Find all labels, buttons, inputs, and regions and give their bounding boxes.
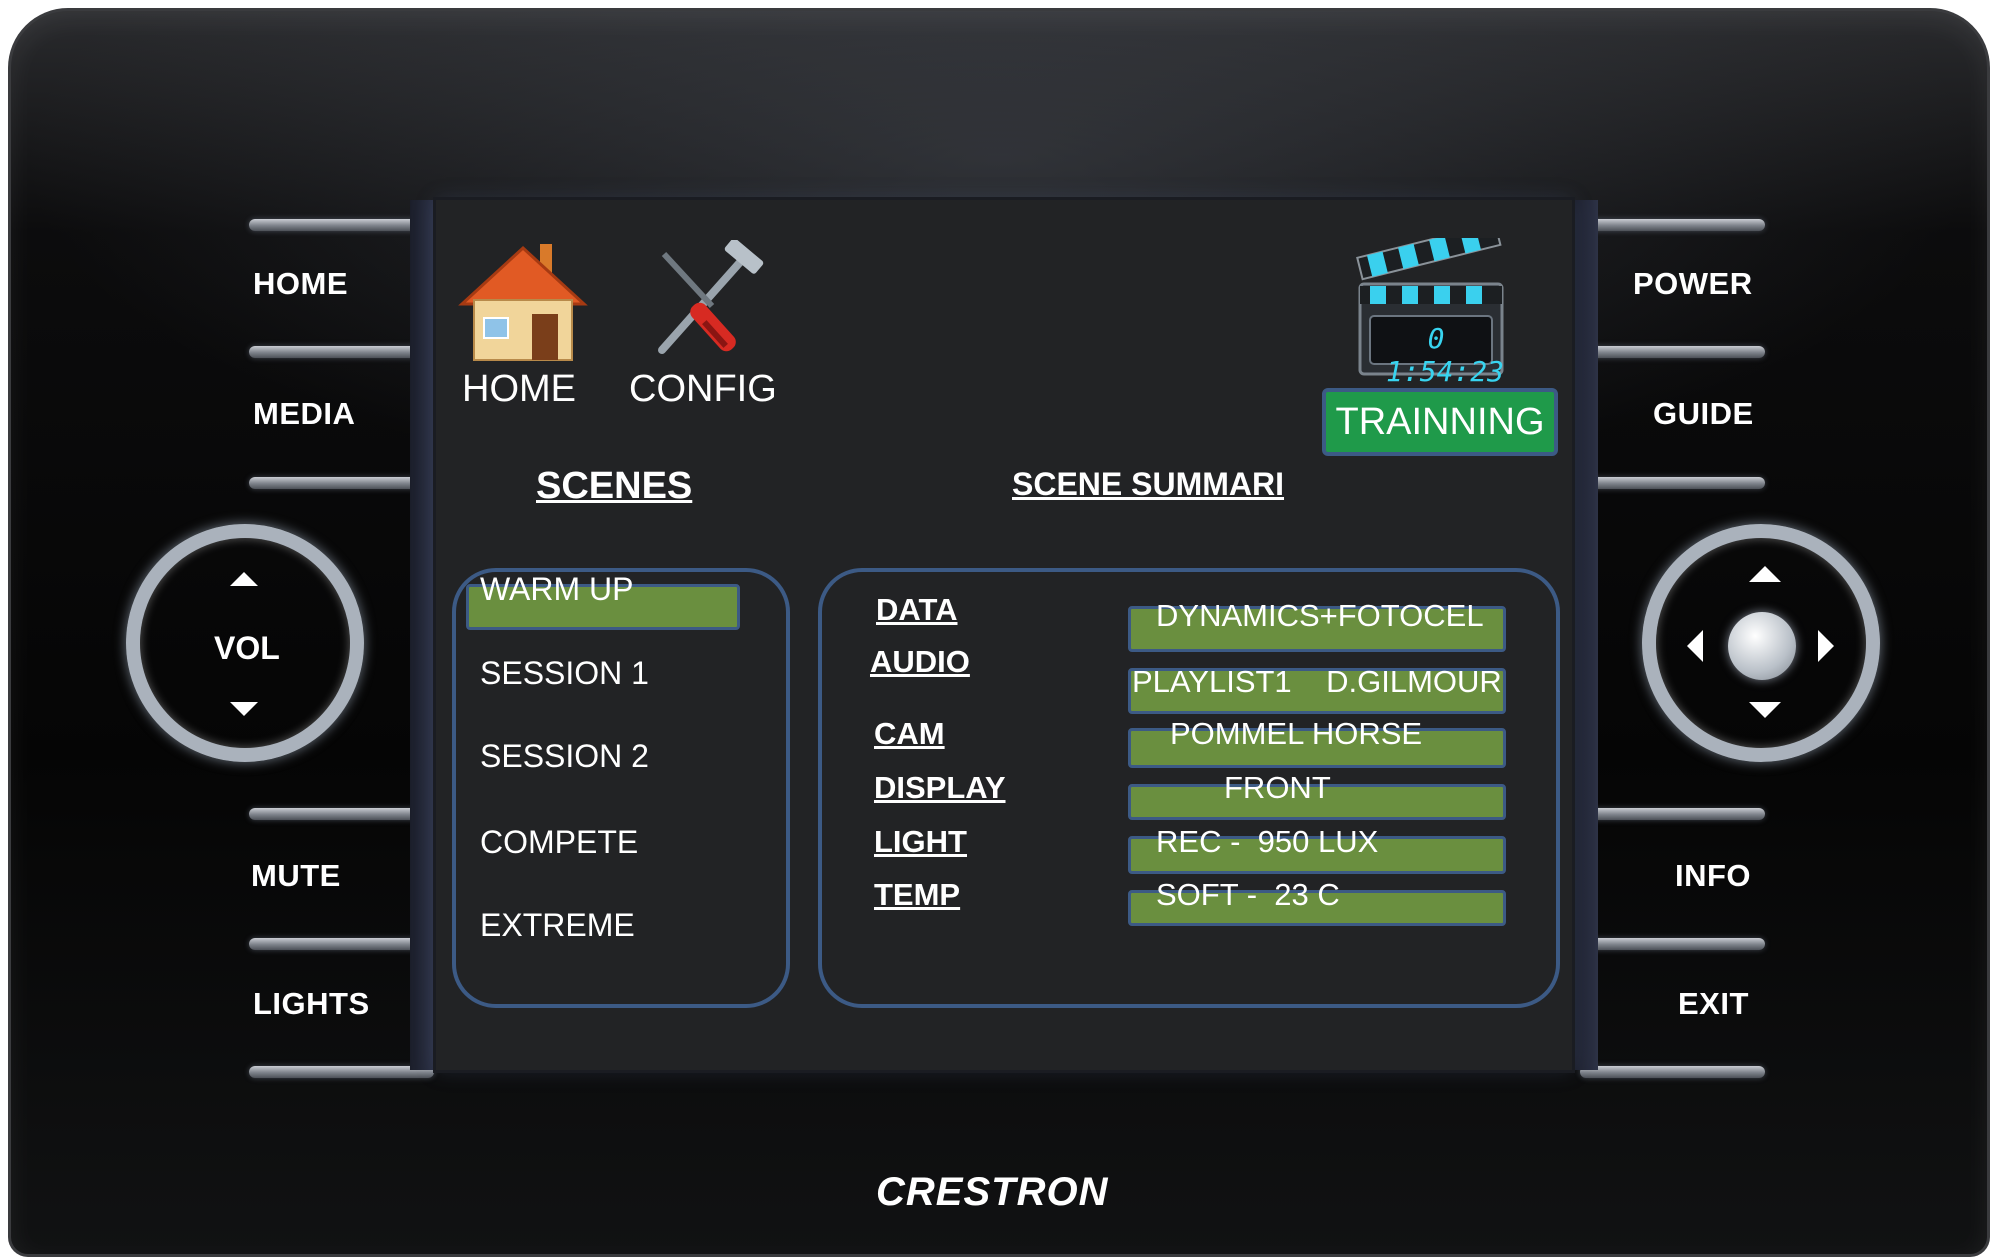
hw-divider [1580, 477, 1765, 489]
config-label: CONFIG [629, 368, 777, 410]
home-label: HOME [462, 368, 576, 410]
dpad-up-icon[interactable] [1749, 566, 1781, 582]
hw-divider [249, 808, 434, 820]
summary-label-data: DATA [876, 592, 958, 627]
hw-media-button[interactable]: MEDIA [253, 396, 355, 432]
hw-guide-button[interactable]: GUIDE [1653, 396, 1754, 432]
hw-power-button[interactable]: POWER [1633, 266, 1753, 302]
trainning-mode-button[interactable]: TRAINNING [1322, 388, 1558, 456]
summary-label-audio: AUDIO [870, 644, 970, 679]
dpad-left-icon[interactable] [1687, 630, 1703, 662]
dpad-ok-button[interactable] [1728, 612, 1796, 680]
summary-label-cam: CAM [874, 716, 945, 751]
hw-divider [1580, 1066, 1765, 1078]
volume-down-icon[interactable] [230, 702, 258, 716]
home-icon[interactable] [458, 240, 588, 365]
scene-item-extreme[interactable]: EXTREME [480, 907, 635, 944]
scene-item-warm-up[interactable]: WARM UP [480, 571, 633, 608]
dpad-right-icon[interactable] [1818, 630, 1834, 662]
hw-mute-button[interactable]: MUTE [251, 858, 341, 894]
summary-label-display: DISPLAY [874, 770, 1006, 805]
hw-divider [249, 938, 434, 950]
summary-value-temp: SOFT - 23 C [1156, 877, 1340, 912]
hw-divider [249, 1066, 434, 1078]
hw-home-button[interactable]: HOME [253, 266, 348, 302]
scenes-title: SCENES [536, 465, 693, 507]
summary-value-display: FRONT [1224, 770, 1331, 805]
volume-label: VOL [214, 630, 280, 666]
hw-divider [1580, 219, 1765, 231]
hw-divider [249, 219, 434, 231]
hw-exit-button[interactable]: EXIT [1678, 986, 1749, 1022]
screen-bezel-right [1572, 200, 1598, 1070]
volume-up-icon[interactable] [230, 572, 258, 586]
hw-divider [1580, 346, 1765, 358]
summary-label-light: LIGHT [874, 824, 967, 859]
hw-lights-button[interactable]: LIGHTS [253, 986, 370, 1022]
dpad-down-icon[interactable] [1749, 702, 1781, 718]
scene-summary-title: SCENE SUMMARI [1012, 466, 1285, 502]
screen-bezel-left [410, 200, 436, 1070]
touchscreen: HOME CONFIG 0 1:54:23 TRAINNING SCENES S… [436, 200, 1572, 1070]
timer-readout: 0 1:54:23 [1386, 322, 1505, 388]
summary-label-temp: TEMP [874, 877, 961, 912]
config-icon[interactable] [642, 238, 772, 365]
summary-value-data: DYNAMICS+FOTOCEL [1156, 598, 1484, 633]
hw-divider [1580, 808, 1765, 820]
scene-item-session-1[interactable]: SESSION 1 [480, 655, 649, 692]
summary-value-cam: POMMEL HORSE [1170, 716, 1423, 751]
hw-info-button[interactable]: INFO [1675, 858, 1751, 894]
summary-value-light: REC - 950 LUX [1156, 824, 1379, 859]
hw-divider [249, 346, 434, 358]
hw-divider [1580, 938, 1765, 950]
scene-item-compete[interactable]: COMPETE [480, 824, 638, 861]
scene-item-session-2[interactable]: SESSION 2 [480, 738, 649, 775]
crestron-logo: CRESTRON [876, 1170, 1109, 1214]
hw-divider [249, 477, 434, 489]
summary-value-audio: PLAYLIST1 D.GILMOUR [1132, 664, 1502, 699]
